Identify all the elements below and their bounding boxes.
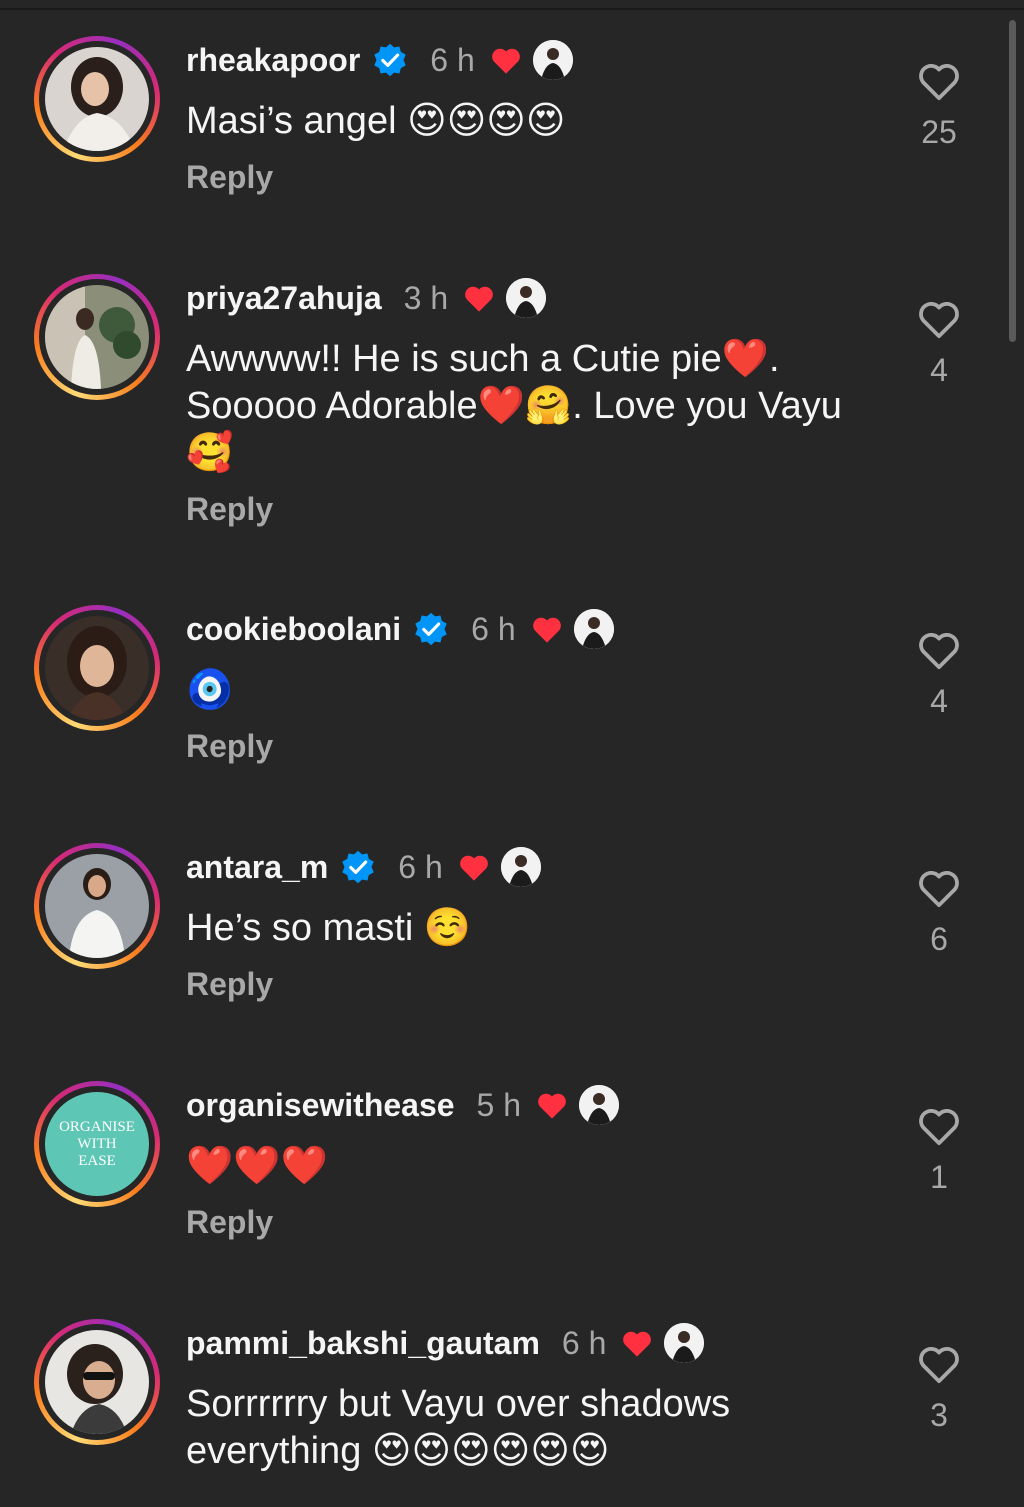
reply-button[interactable]: Reply	[186, 159, 886, 196]
avatar[interactable]	[34, 843, 160, 969]
username[interactable]: priya27ahuja	[186, 280, 382, 317]
timestamp: 5 h	[476, 1086, 522, 1123]
username[interactable]: pammi_bakshi_gautam	[186, 1325, 540, 1362]
reply-button[interactable]: Reply	[186, 728, 886, 765]
timestamp: 6 h	[471, 610, 516, 647]
username[interactable]: cookieboolani	[186, 611, 401, 648]
reply-button[interactable]: Reply	[186, 491, 886, 528]
avatar-image	[45, 47, 149, 151]
timestamp: 6 h	[430, 41, 475, 78]
like-count: 1	[930, 1159, 948, 1195]
timestamp: 3 h	[403, 279, 449, 316]
avatar[interactable]	[34, 605, 160, 731]
creator-avatar-icon	[506, 278, 547, 318]
avatar[interactable]	[34, 1319, 160, 1445]
creator-liked-heart-icon	[620, 1328, 654, 1358]
scrollbar[interactable]	[1009, 20, 1016, 342]
timestamp: 6 h	[398, 848, 443, 885]
reply-button[interactable]: Reply	[186, 966, 886, 1003]
like-count: 25	[921, 114, 957, 150]
verified-badge-icon	[413, 611, 449, 647]
avatar-image: ORGANISE WITH EASE	[45, 1092, 149, 1196]
verified-badge-icon	[372, 42, 408, 78]
avatar-image	[45, 616, 149, 720]
comment-text: ❤️❤️❤️	[186, 1145, 328, 1187]
creator-liked-heart-icon	[535, 1090, 569, 1120]
like-heart-icon[interactable]	[916, 1343, 962, 1385]
comment-text: He’s so masti ☺️	[186, 907, 472, 949]
comment-text: Masi’s angel 😍😍😍😍	[186, 100, 566, 142]
like-heart-icon[interactable]	[916, 629, 962, 671]
verified-badge-icon	[340, 849, 376, 885]
like-heart-icon[interactable]	[916, 867, 962, 909]
avatar-logo-text: ORGANISE WITH EASE	[59, 1118, 135, 1169]
avatar-image	[45, 285, 149, 389]
creator-liked-heart-icon	[457, 852, 491, 882]
avatar-image	[45, 854, 149, 958]
creator-liked-heart-icon	[530, 614, 564, 644]
comment-text: Sorrrrrry but Vayu over shadows everythi…	[186, 1383, 731, 1472]
creator-avatar-icon	[500, 847, 541, 887]
like-heart-icon[interactable]	[916, 298, 962, 340]
like-heart-icon[interactable]	[916, 60, 962, 102]
avatar[interactable]	[34, 274, 160, 400]
like-count: 3	[930, 1397, 948, 1433]
avatar[interactable]	[34, 36, 160, 162]
comment-text: Awwww!! He is such a Cutie pie❤️. Sooooo…	[186, 338, 842, 474]
username[interactable]: organisewithease	[186, 1087, 455, 1124]
creator-avatar-icon	[664, 1323, 705, 1363]
top-divider	[0, 8, 1024, 10]
creator-avatar-icon	[532, 40, 573, 80]
timestamp: 6 h	[561, 1324, 607, 1361]
reply-button[interactable]: Reply	[186, 1204, 886, 1241]
like-count: 6	[930, 921, 948, 957]
username[interactable]: rheakapoor	[186, 42, 360, 79]
like-heart-icon[interactable]	[916, 1105, 962, 1147]
like-count: 4	[930, 683, 948, 719]
username[interactable]: antara_m	[186, 849, 328, 886]
creator-avatar-icon	[573, 609, 614, 649]
creator-liked-heart-icon	[462, 283, 496, 313]
avatar[interactable]: ORGANISE WITH EASE	[34, 1081, 160, 1207]
comment-text: 🧿	[186, 669, 234, 711]
avatar-image	[45, 1330, 149, 1434]
creator-avatar-icon	[579, 1085, 620, 1125]
creator-liked-heart-icon	[489, 45, 523, 75]
like-count: 4	[930, 352, 948, 388]
